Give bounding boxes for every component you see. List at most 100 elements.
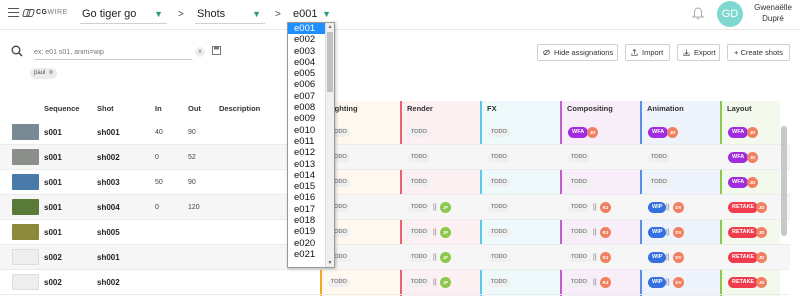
scroll-up-icon[interactable]: ▲ — [327, 24, 333, 30]
user-name[interactable]: Gwenaëlle Dupré — [748, 2, 798, 24]
assignee-avatar[interactable]: JD — [756, 227, 767, 238]
task-status-badge[interactable]: TODO — [488, 178, 510, 187]
section-select[interactable]: Shots ▼ — [195, 4, 265, 24]
assignee-avatar[interactable]: RJ — [600, 227, 611, 238]
task-status-badge[interactable]: TODO — [408, 278, 430, 287]
chip-close-icon[interactable]: ⊗ — [48, 70, 53, 76]
shot-thumbnail[interactable] — [12, 149, 39, 165]
clear-search-button[interactable]: x — [195, 47, 205, 57]
assignee-avatar[interactable]: JF — [440, 227, 451, 238]
task-status-badge[interactable]: RETAKE — [728, 252, 759, 263]
table-scrollbar[interactable] — [781, 126, 787, 236]
assignee-avatar[interactable]: JD — [747, 152, 758, 163]
notifications-bell-icon[interactable] — [692, 7, 704, 20]
task-status-badge[interactable]: TODO — [648, 153, 670, 162]
task-status-badge[interactable]: WIP — [648, 202, 667, 213]
table-row[interactable]: s002 sh002 TODO TODO || JF TODO TODO || RJ WIP || DV… — [0, 270, 790, 295]
scroll-down-icon[interactable]: ▼ — [327, 260, 333, 266]
task-status-badge[interactable]: WIP — [648, 252, 667, 263]
episode-select[interactable]: e001 ▼ — [291, 4, 335, 24]
assignee-avatar[interactable]: JD — [667, 127, 678, 138]
filter-chip[interactable]: paul ⊗ — [30, 68, 58, 79]
task-status-badge[interactable]: WFA — [568, 127, 589, 138]
assignee-avatar[interactable]: DV — [673, 277, 684, 288]
task-status-badge[interactable]: TODO — [408, 203, 430, 212]
task-status-badge[interactable]: TODO — [648, 178, 670, 187]
task-status-badge[interactable]: TODO — [488, 253, 510, 262]
assignee-avatar[interactable]: DV — [673, 252, 684, 263]
shot-thumbnail[interactable] — [12, 124, 39, 140]
header-out[interactable]: Out — [188, 104, 201, 113]
table-row[interactable]: s001 sh002 0 52 TODO TODO TODO TODO TODO WFA JD — [0, 145, 790, 170]
shot-thumbnail[interactable] — [12, 274, 39, 290]
header-task-render[interactable]: Render — [407, 104, 433, 113]
task-status-badge[interactable]: TODO — [568, 178, 590, 187]
header-shot[interactable]: Shot — [97, 104, 114, 113]
task-status-badge[interactable]: WFA — [728, 127, 749, 138]
user-avatar[interactable]: GD — [717, 1, 743, 27]
export-button[interactable]: Export — [677, 44, 720, 61]
assignee-avatar[interactable]: JF — [440, 202, 451, 213]
assignee-avatar[interactable]: JD — [756, 277, 767, 288]
import-button[interactable]: Import — [625, 44, 670, 61]
header-sequence[interactable]: Sequence — [44, 104, 79, 113]
task-status-badge[interactable]: TODO — [488, 128, 510, 137]
task-status-badge[interactable]: TODO — [408, 253, 430, 262]
task-status-badge[interactable]: RETAKE — [728, 277, 759, 288]
task-status-badge[interactable]: TODO — [408, 128, 430, 137]
assignee-avatar[interactable]: JF — [440, 277, 451, 288]
table-row[interactable]: s001 sh003 50 90 TODO TODO TODO TODO TODO WFA JD — [0, 170, 790, 195]
search-input[interactable] — [34, 46, 192, 60]
production-select[interactable]: Go tiger go ▼ — [80, 4, 167, 24]
shot-thumbnail[interactable] — [12, 199, 39, 215]
task-status-badge[interactable]: RETAKE — [728, 227, 759, 238]
assignee-avatar[interactable]: JD — [747, 127, 758, 138]
create-shots-button[interactable]: + Create shots — [727, 44, 790, 61]
assignee-avatar[interactable]: DV — [673, 227, 684, 238]
header-task-animation[interactable]: Animation — [647, 104, 684, 113]
table-row[interactable]: s001 sh001 40 90 TODO TODO TODO WFA JD WFA JD WFA JD — [0, 120, 790, 145]
task-status-badge[interactable]: TODO — [568, 153, 590, 162]
task-status-badge[interactable]: TODO — [328, 278, 350, 287]
task-status-badge[interactable]: TODO — [488, 153, 510, 162]
assignee-avatar[interactable]: RJ — [600, 277, 611, 288]
episode-dropdown-list[interactable]: e001 e002 e003 e004 e005 e006 e007 e008 e009 e010… — [287, 22, 335, 268]
table-row[interactable]: s001 sh005 TODO TODO || JF TODO TODO || RJ WIP || DV… — [0, 220, 790, 245]
shot-thumbnail[interactable] — [12, 249, 39, 265]
shot-thumbnail[interactable] — [12, 174, 39, 190]
assignee-avatar[interactable]: JD — [756, 252, 767, 263]
task-status-badge[interactable]: TODO — [568, 203, 590, 212]
assignee-avatar[interactable]: DV — [673, 202, 684, 213]
app-logo[interactable]: CG WIRE — [23, 8, 68, 17]
dropdown-scrollbar[interactable]: ▲ ▼ — [325, 23, 334, 267]
task-status-badge[interactable]: WIP — [648, 227, 667, 238]
task-status-badge[interactable]: WFA — [728, 152, 749, 163]
assignee-avatar[interactable]: JD — [747, 177, 758, 188]
table-row[interactable]: s002 sh001 TODO TODO || JF TODO TODO || RJ WIP || DV… — [0, 245, 790, 270]
header-task-fx[interactable]: FX — [487, 104, 497, 113]
task-status-badge[interactable]: TODO — [408, 228, 430, 237]
header-task-layout[interactable]: Layout — [727, 104, 752, 113]
assignee-avatar[interactable]: JD — [587, 127, 598, 138]
table-row[interactable]: s001 sh004 0 120 TODO TODO || JF TODO TODO || RJ WIP… — [0, 195, 790, 220]
header-description[interactable]: Description — [219, 104, 260, 113]
task-status-badge[interactable]: RETAKE — [728, 202, 759, 213]
header-task-compositing[interactable]: Compositing — [567, 104, 613, 113]
assignee-avatar[interactable]: RJ — [600, 202, 611, 213]
assignee-avatar[interactable]: JD — [756, 202, 767, 213]
assignee-avatar[interactable]: JF — [440, 252, 451, 263]
task-status-badge[interactable]: WFA — [648, 127, 669, 138]
task-status-badge[interactable]: TODO — [408, 178, 430, 187]
task-status-badge[interactable]: TODO — [568, 253, 590, 262]
header-in[interactable]: In — [155, 104, 162, 113]
save-icon[interactable] — [212, 46, 221, 55]
assignee-avatar[interactable]: RJ — [600, 252, 611, 263]
menu-icon[interactable] — [8, 8, 19, 17]
task-status-badge[interactable]: TODO — [488, 278, 510, 287]
shot-thumbnail[interactable] — [12, 224, 39, 240]
task-status-badge[interactable]: WIP — [648, 277, 667, 288]
task-status-badge[interactable]: WFA — [728, 177, 749, 188]
hide-assignations-button[interactable]: Hide assignations — [537, 44, 618, 61]
task-status-badge[interactable]: TODO — [568, 228, 590, 237]
task-status-badge[interactable]: TODO — [408, 153, 430, 162]
